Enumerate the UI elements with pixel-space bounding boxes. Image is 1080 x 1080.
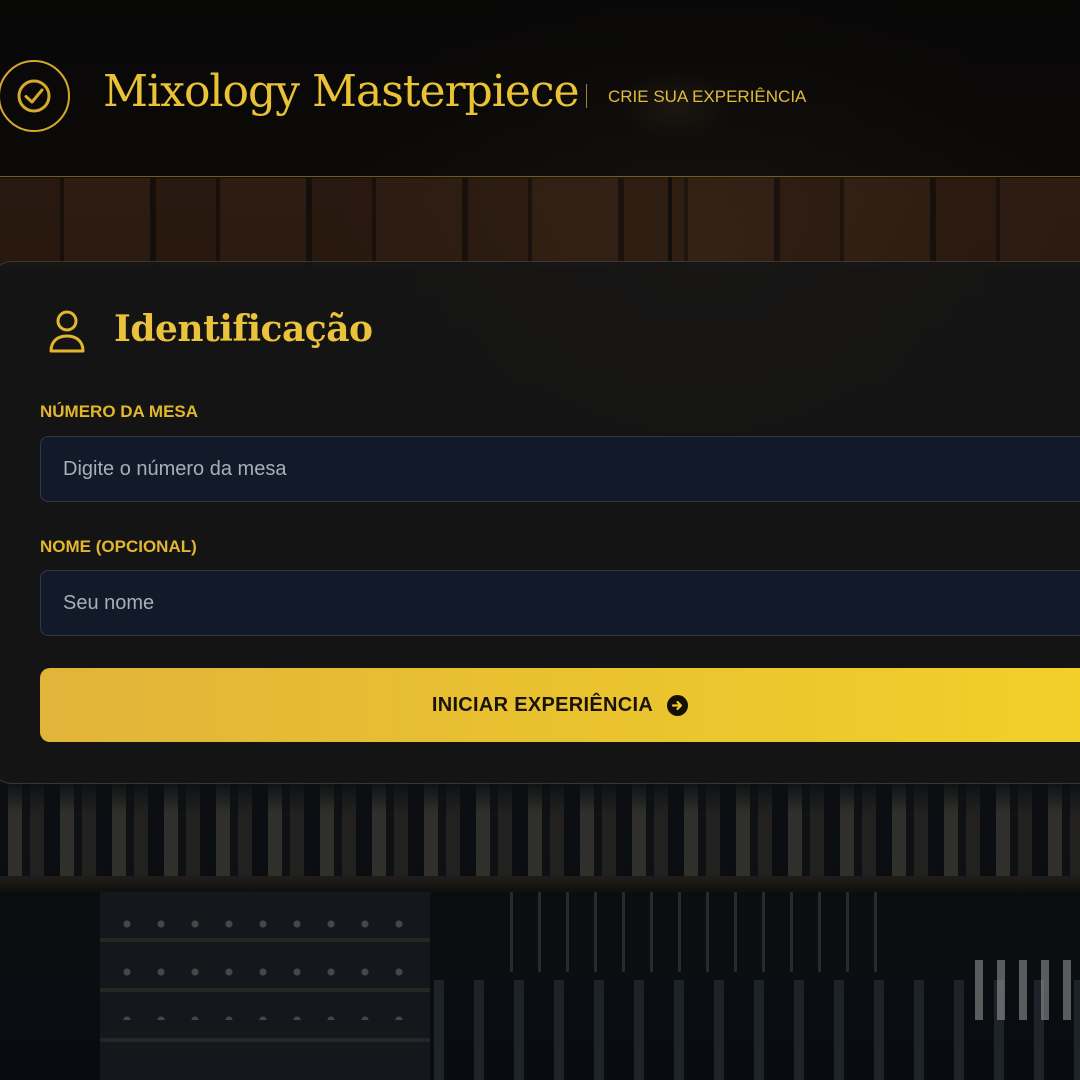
- check-circle-icon: [0, 60, 70, 132]
- header-divider: [586, 84, 587, 108]
- table-number-input[interactable]: [40, 436, 1080, 502]
- app-header: Mixology Masterpiece CRIE SUA EXPERIÊNCI…: [0, 0, 1080, 177]
- start-experience-button[interactable]: INICIAR EXPERIÊNCIA: [40, 668, 1080, 742]
- card-title: Identificação: [114, 308, 373, 350]
- brand-tagline: CRIE SUA EXPERIÊNCIA: [608, 87, 807, 106]
- arrow-right-circle-icon: [667, 694, 689, 716]
- name-input[interactable]: [40, 570, 1080, 636]
- name-label: NOME (OPCIONAL): [40, 537, 197, 556]
- user-icon: [48, 309, 86, 355]
- table-number-label: NÚMERO DA MESA: [40, 402, 199, 421]
- start-experience-label: INICIAR EXPERIÊNCIA: [431, 693, 654, 716]
- brand-title: Mixology Masterpiece: [103, 66, 580, 117]
